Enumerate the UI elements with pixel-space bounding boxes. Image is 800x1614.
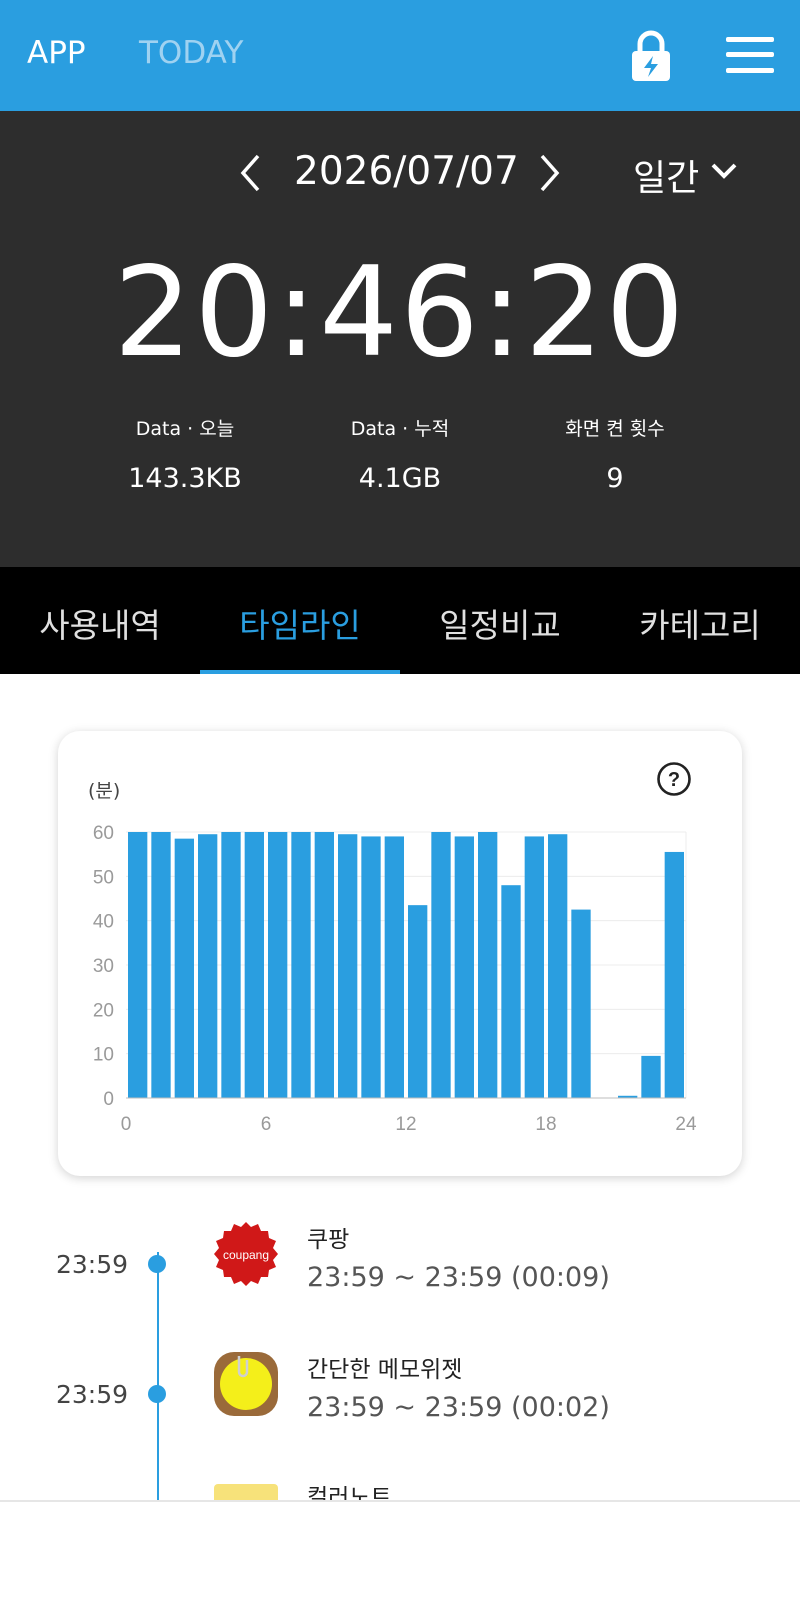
period-select[interactable]: 일간 bbox=[633, 149, 699, 201]
tab-bar: 사용내역 타임라인 일정비교 카테고리 bbox=[0, 567, 800, 674]
bottom-bar bbox=[0, 1500, 800, 1614]
y-tick-label: 20 bbox=[93, 1000, 114, 1021]
timeline-app-name: 간단한 메모위젯 bbox=[307, 1357, 463, 1383]
y-tick-label: 10 bbox=[93, 1045, 114, 1066]
chart-bar bbox=[174, 838, 194, 1098]
chevron-left-icon[interactable] bbox=[236, 151, 264, 195]
chart-bar bbox=[548, 834, 568, 1098]
x-tick-label: 0 bbox=[121, 1114, 132, 1135]
chart-bar bbox=[641, 1055, 661, 1098]
total-usage-time: 20:46:20 bbox=[113, 241, 687, 385]
stat-label: Data · 누적 bbox=[350, 418, 450, 440]
timeline-time: 23:59 bbox=[56, 1380, 129, 1409]
chart-bar bbox=[664, 851, 684, 1098]
timeline-app-name: 쿠팡 bbox=[307, 1227, 350, 1253]
y-tick-label: 40 bbox=[93, 912, 114, 933]
svg-text:coupang: coupang bbox=[223, 1248, 269, 1262]
x-tick-label: 18 bbox=[535, 1114, 556, 1135]
chart-bar bbox=[221, 832, 241, 1098]
hourly-usage-chart: 0 10 20 30 40 50 60 0 6 12 18 24 bbox=[93, 823, 697, 1135]
stat-value: 4.1GB bbox=[358, 463, 442, 494]
timeline-dot bbox=[148, 1385, 166, 1403]
chart-bar bbox=[268, 832, 288, 1098]
chart-bar bbox=[384, 836, 404, 1098]
y-tick-label: 50 bbox=[93, 867, 114, 888]
chevron-right-icon[interactable] bbox=[536, 151, 564, 195]
chart-bar bbox=[314, 832, 334, 1098]
chevron-down-icon[interactable] bbox=[710, 157, 738, 185]
timeline-dot bbox=[148, 1255, 166, 1273]
stat-screen-on-count: 화면 켠 횟수 9 bbox=[495, 414, 735, 494]
app-mode-label[interactable]: APP bbox=[27, 35, 86, 71]
timeline-item[interactable]: 23:59 간단한 메모위젯 23:59 ~ 23:59 (00:02) bbox=[0, 1350, 800, 1450]
tab-schedule-compare[interactable]: 일정비교 bbox=[400, 599, 600, 647]
tab-usage-history[interactable]: 사용내역 bbox=[0, 599, 200, 647]
chart-bar bbox=[338, 834, 358, 1098]
stat-label: Data · 오늘 bbox=[135, 418, 235, 440]
timeline-time-range: 23:59 ~ 23:59 (00:09) bbox=[307, 1262, 610, 1293]
chart-bar bbox=[571, 909, 591, 1098]
chart-bar bbox=[524, 836, 544, 1098]
chart-bar bbox=[361, 836, 381, 1098]
tab-category[interactable]: 카테고리 bbox=[600, 599, 800, 647]
chart-bar bbox=[128, 832, 148, 1098]
x-tick-label: 24 bbox=[675, 1114, 697, 1135]
chart-bar bbox=[478, 832, 498, 1098]
hourly-usage-chart-card: (분) ? 0 10 20 30 40 50 60 0 6 12 18 24 bbox=[58, 731, 742, 1176]
chart-bar bbox=[408, 905, 428, 1098]
x-tick-label: 6 bbox=[261, 1114, 272, 1135]
stat-value: 143.3KB bbox=[128, 463, 242, 494]
timeline-item[interactable]: 23:59 coupang 쿠팡 23:59 ~ 23:59 (00:09) bbox=[0, 1220, 800, 1320]
chart-bar bbox=[431, 832, 451, 1098]
stat-label: 화면 켠 횟수 bbox=[565, 418, 665, 440]
menu-icon[interactable] bbox=[726, 37, 774, 73]
chart-bar bbox=[244, 832, 264, 1098]
timeline-time-range: 23:59 ~ 23:59 (00:02) bbox=[307, 1392, 610, 1423]
y-tick-label: 0 bbox=[103, 1089, 114, 1110]
stat-data-total: Data · 누적 4.1GB bbox=[280, 414, 520, 494]
chart-bar bbox=[198, 834, 218, 1098]
lock-icon[interactable] bbox=[626, 30, 676, 82]
tab-timeline[interactable]: 타임라인 bbox=[200, 599, 400, 647]
stat-data-today: Data · 오늘 143.3KB bbox=[65, 414, 305, 494]
stat-value: 9 bbox=[606, 463, 624, 494]
timeline-time: 23:59 bbox=[56, 1250, 129, 1279]
chart-bar bbox=[151, 832, 171, 1098]
coupang-app-icon: coupang bbox=[212, 1220, 280, 1288]
chart-bar bbox=[454, 836, 474, 1098]
date-display[interactable]: 2026/07/07 bbox=[294, 149, 519, 194]
top-app-bar: APP TODAY bbox=[0, 0, 800, 111]
y-tick-label: 60 bbox=[93, 823, 114, 844]
chart-bar bbox=[291, 832, 311, 1098]
summary-panel: 2026/07/07 일간 20:46:20 Data · 오늘 143.3KB… bbox=[0, 111, 800, 567]
x-tick-label: 12 bbox=[395, 1114, 416, 1135]
y-tick-label: 30 bbox=[93, 956, 114, 977]
memo-widget-app-icon bbox=[212, 1350, 280, 1418]
active-tab-indicator bbox=[200, 670, 400, 674]
chart-bar bbox=[501, 885, 521, 1098]
today-mode-label[interactable]: TODAY bbox=[139, 35, 243, 71]
